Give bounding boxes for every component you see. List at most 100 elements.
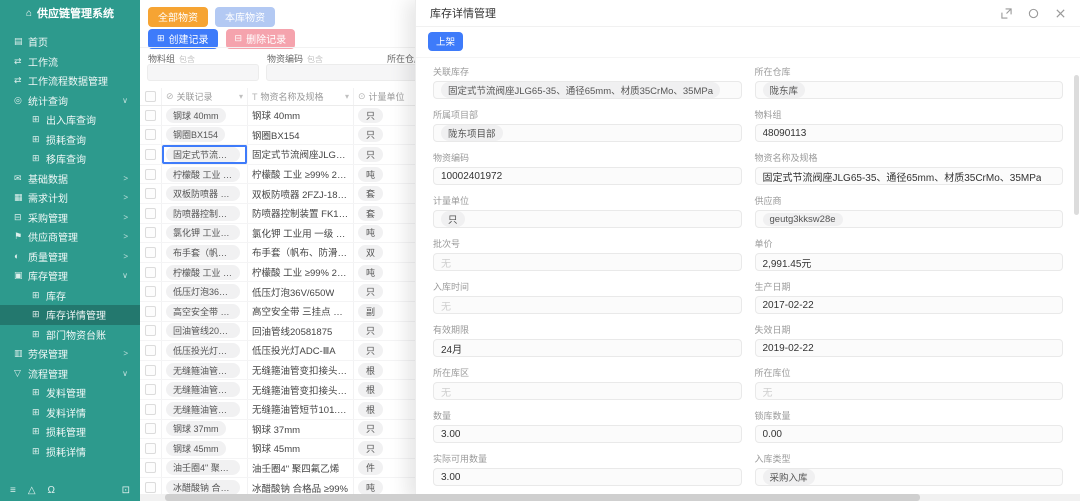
sidebar-item-mail[interactable]: ✉ 基础数据 > — [0, 169, 140, 189]
name-cell[interactable]: 低压投光灯ADC-ⅢA — [248, 341, 354, 360]
table-row[interactable]: 钢球 40mm 钢球 40mm 只 — [140, 106, 442, 126]
record-cell[interactable]: 防喷器控制装置... — [162, 204, 248, 223]
record-cell[interactable]: 钢圈BX154 — [162, 126, 248, 145]
sidebar-item-labor[interactable]: ▥ 劳保管理 > — [0, 344, 140, 364]
table-row[interactable]: 回油管线20581... 回油管线20581875 只 — [140, 322, 442, 342]
row-checkbox[interactable] — [140, 282, 162, 301]
circle-icon[interactable] — [1028, 8, 1039, 19]
record-cell[interactable]: 回油管线20581... — [162, 322, 248, 341]
record-cell[interactable]: 无缝箍油管变扣... — [162, 380, 248, 399]
field-input[interactable]: 2019-02-22 — [755, 339, 1064, 357]
table-row[interactable]: 无缝箍油管短节... 无缝箍油管短节101.6*7.8*3... 根 — [140, 400, 442, 420]
record-cell[interactable]: 布手套（帆布、... — [162, 243, 248, 262]
field-input[interactable]: 2,991.45元 — [755, 253, 1064, 271]
name-cell[interactable]: 柠檬酸 工业 ≥99% 25kg/袋 — [248, 263, 354, 282]
row-checkbox[interactable] — [140, 126, 162, 145]
record-cell[interactable]: 油壬圈4" 聚四氟... — [162, 459, 248, 478]
field-input[interactable]: 采购入库 — [755, 468, 1064, 486]
name-cell[interactable]: 钢球 45mm — [248, 439, 354, 458]
tab-local-materials[interactable]: 本库物资 — [215, 7, 275, 27]
row-checkbox[interactable] — [140, 204, 162, 223]
menu-icon[interactable]: ≡ — [10, 485, 16, 496]
table-row[interactable]: 钢球 37mm 钢球 37mm 只 — [140, 420, 442, 440]
table-row[interactable]: 固定式节流阀座... 固定式节流阀座JLG65-35、... 只 — [140, 145, 442, 165]
record-cell[interactable]: 氯化钾 工业用 ... — [162, 224, 248, 243]
sidebar-item-workflow-data[interactable]: ⇄ 工作流程数据管理 — [0, 71, 140, 91]
close-icon[interactable] — [1055, 8, 1066, 19]
record-cell[interactable]: 固定式节流阀座... — [162, 145, 248, 164]
create-record-button[interactable]: ⊞ 创建记录 — [148, 29, 218, 49]
field-input[interactable]: geutg3kksw28e — [755, 210, 1064, 228]
name-cell[interactable]: 固定式节流阀座JLG65-35、... — [248, 145, 354, 164]
name-cell[interactable]: 油壬圈4" 聚四氟乙烯 — [248, 459, 354, 478]
name-cell[interactable]: 冰醋酸钠 合格品 ≥99% — [248, 478, 354, 494]
table-row[interactable]: 低压投光灯ADC... 低压投光灯ADC-ⅢA 只 — [140, 341, 442, 361]
row-checkbox[interactable] — [140, 243, 162, 262]
put-on-shelf-button[interactable]: 上架 — [428, 32, 463, 51]
tab-all-materials[interactable]: 全部物资 — [148, 7, 208, 27]
table-row[interactable]: 无缝箍油管变扣... 无缝箍油管变扣接头4"EU公"... 根 — [140, 361, 442, 381]
filter-input-material-code[interactable] — [266, 64, 418, 81]
sidebar-item-table[interactable]: ⊞ 发料管理 — [0, 383, 140, 403]
name-cell[interactable]: 回油管线20581875 — [248, 322, 354, 341]
name-cell[interactable]: 柠檬酸 工业 ≥99% 25kg/袋 — [248, 165, 354, 184]
record-cell[interactable]: 冰醋酸钠 合格品 — [162, 478, 248, 494]
name-cell[interactable]: 钢球 37mm — [248, 420, 354, 439]
name-cell[interactable]: 无缝箍油管变扣接头4"EU公"... — [248, 361, 354, 380]
table-row[interactable]: 冰醋酸钠 合格品 冰醋酸钠 合格品 ≥99% 吨 — [140, 478, 442, 494]
drawer-scrollbar[interactable] — [1074, 75, 1079, 215]
table-row[interactable]: 钢圈BX154 钢圈BX154 只 — [140, 126, 442, 146]
field-input[interactable]: 3.00 — [433, 425, 742, 443]
delete-record-button[interactable]: ⊟ 删除记录 — [226, 29, 296, 49]
sidebar-item-cart[interactable]: ⊟ 采购管理 > — [0, 208, 140, 228]
field-input[interactable]: 24月 — [433, 339, 742, 357]
name-cell[interactable]: 氯化钾 工业用 一级 ≥90% — [248, 224, 354, 243]
row-checkbox[interactable] — [140, 478, 162, 494]
sidebar-item-inventory[interactable]: ▣ 库存管理 ∨ — [0, 266, 140, 286]
field-input[interactable]: 固定式节流阀座JLG65-35、通径65mm、材质35CrMo、35MPa — [755, 167, 1064, 185]
sidebar-item-calendar[interactable]: ▦ 需求计划 > — [0, 188, 140, 208]
sidebar-item-table[interactable]: ⊞ 损耗查询 — [0, 130, 140, 150]
table-row[interactable]: 布手套（帆布、... 布手套（帆布、防滑）27cm 双 — [140, 243, 442, 263]
table-row[interactable]: 钢球 45mm 钢球 45mm 只 — [140, 439, 442, 459]
field-input[interactable]: 陇东库 — [755, 81, 1064, 99]
row-checkbox[interactable] — [140, 106, 162, 125]
field-input[interactable]: 无 — [433, 382, 742, 400]
row-checkbox[interactable] — [140, 145, 162, 164]
select-all-checkbox[interactable] — [140, 88, 162, 105]
table-row[interactable]: 柠檬酸 工业 ≥99... 柠檬酸 工业 ≥99% 25kg/袋 吨 — [140, 165, 442, 185]
field-input[interactable]: 只 — [433, 210, 742, 228]
name-cell[interactable]: 防喷器控制装置 FK125-3 — [248, 204, 354, 223]
table-row[interactable]: 柠檬酸 工业 ≥99... 柠檬酸 工业 ≥99% 25kg/袋 吨 — [140, 263, 442, 283]
field-input[interactable]: 无 — [755, 382, 1064, 400]
name-cell[interactable]: 低压灯泡36V/650W — [248, 282, 354, 301]
record-cell[interactable]: 无缝箍油管短节... — [162, 400, 248, 419]
record-cell[interactable]: 柠檬酸 工业 ≥99... — [162, 263, 248, 282]
row-checkbox[interactable] — [140, 302, 162, 321]
field-input[interactable]: 无 — [433, 253, 742, 271]
sidebar-item-table[interactable]: ⊞ 移库查询 — [0, 149, 140, 169]
field-input[interactable]: 3.00 — [433, 468, 742, 486]
table-row[interactable]: 油壬圈4" 聚四氟... 油壬圈4" 聚四氟乙烯 件 — [140, 459, 442, 479]
field-input[interactable]: 10002401972 — [433, 167, 742, 185]
name-cell[interactable]: 高空安全带 三挂点 全身式 ... — [248, 302, 354, 321]
name-cell[interactable]: 布手套（帆布、防滑）27cm — [248, 243, 354, 262]
column-header-name[interactable]: T 物资名称及规格 ▾ — [248, 88, 354, 105]
bell-icon[interactable]: Ω — [48, 485, 55, 496]
table-row[interactable]: 低压灯泡36V/65... 低压灯泡36V/650W 只 — [140, 282, 442, 302]
name-cell[interactable]: 无缝箍油管变扣接头 4"BGC... — [248, 380, 354, 399]
row-checkbox[interactable] — [140, 322, 162, 341]
sidebar-item-process[interactable]: ▽ 流程管理 ∨ — [0, 364, 140, 384]
sidebar-item-table[interactable]: ⊞ 损耗管理 — [0, 422, 140, 442]
row-checkbox[interactable] — [140, 439, 162, 458]
table-row[interactable]: 氯化钾 工业用 ... 氯化钾 工业用 一级 ≥90% 吨 — [140, 224, 442, 244]
name-cell[interactable]: 无缝箍油管短节101.6*7.8*3... — [248, 400, 354, 419]
record-cell[interactable]: 钢球 37mm — [162, 420, 248, 439]
table-row[interactable]: 防喷器控制装置... 防喷器控制装置 FK125-3 套 — [140, 204, 442, 224]
sidebar-item-home[interactable]: ▤ 首页 — [0, 32, 140, 52]
expand-icon[interactable] — [1001, 8, 1012, 19]
record-cell[interactable]: 双板防喷器 2FZ... — [162, 184, 248, 203]
row-checkbox[interactable] — [140, 165, 162, 184]
row-checkbox[interactable] — [140, 459, 162, 478]
name-cell[interactable]: 双板防喷器 2FZJ-18-35 S 铸... — [248, 184, 354, 203]
